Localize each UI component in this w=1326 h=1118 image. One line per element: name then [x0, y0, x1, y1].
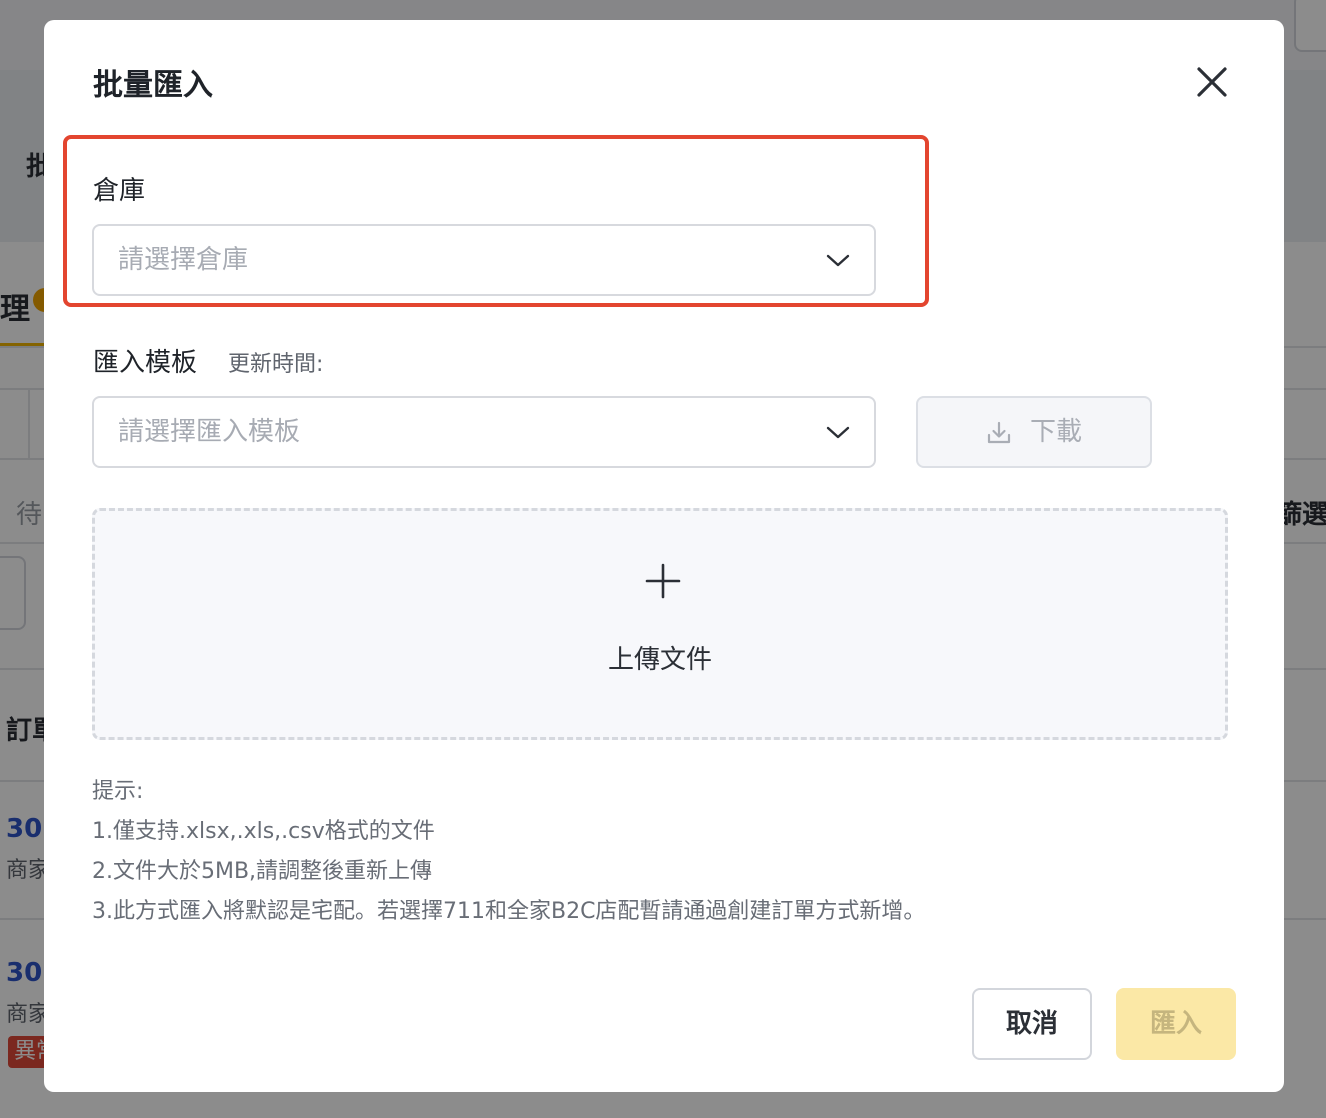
template-label: 匯入模板 [93, 348, 198, 378]
batch-import-dialog: 批量匯入 倉庫 請選擇倉庫 匯入模板 更新時間: 請選擇匯入模板 下載 上傳文件… [44, 20, 1284, 1092]
import-button[interactable]: 匯入 [1116, 988, 1236, 1060]
chevron-down-icon [826, 254, 850, 267]
template-updated-time: 更新時間: [228, 352, 324, 377]
hint-item: 1.僅支持.xlsx,.xls,.csv格式的文件 [92, 819, 435, 844]
hint-item: 3.此方式匯入將默認是宅配。若選擇711和全家B2C店配暫請通過創建訂單方式新增… [92, 899, 926, 924]
dialog-title: 批量匯入 [93, 68, 213, 103]
hints: 提示: 1.僅支持.xlsx,.xls,.csv格式的文件 2.文件大於5MB,… [92, 772, 925, 932]
download-template-button[interactable]: 下載 [916, 396, 1152, 468]
download-label: 下載 [1030, 417, 1083, 447]
close-button[interactable] [1192, 62, 1232, 102]
close-icon [1197, 67, 1227, 97]
warehouse-placeholder: 請選擇倉庫 [118, 245, 249, 275]
warehouse-label: 倉庫 [93, 176, 146, 206]
hint-item: 2.文件大於5MB,請調整後重新上傳 [92, 859, 433, 884]
cancel-button[interactable]: 取消 [972, 988, 1092, 1060]
upload-dropzone[interactable]: 上傳文件 [92, 508, 1228, 740]
template-select[interactable]: 請選擇匯入模板 [92, 396, 876, 468]
plus-icon [645, 563, 681, 599]
download-icon [987, 421, 1011, 444]
chevron-down-icon [826, 426, 850, 439]
upload-label: 上傳文件 [607, 645, 712, 675]
warehouse-select[interactable]: 請選擇倉庫 [92, 224, 876, 296]
template-placeholder: 請選擇匯入模板 [118, 417, 301, 447]
hints-title: 提示: [92, 779, 144, 804]
